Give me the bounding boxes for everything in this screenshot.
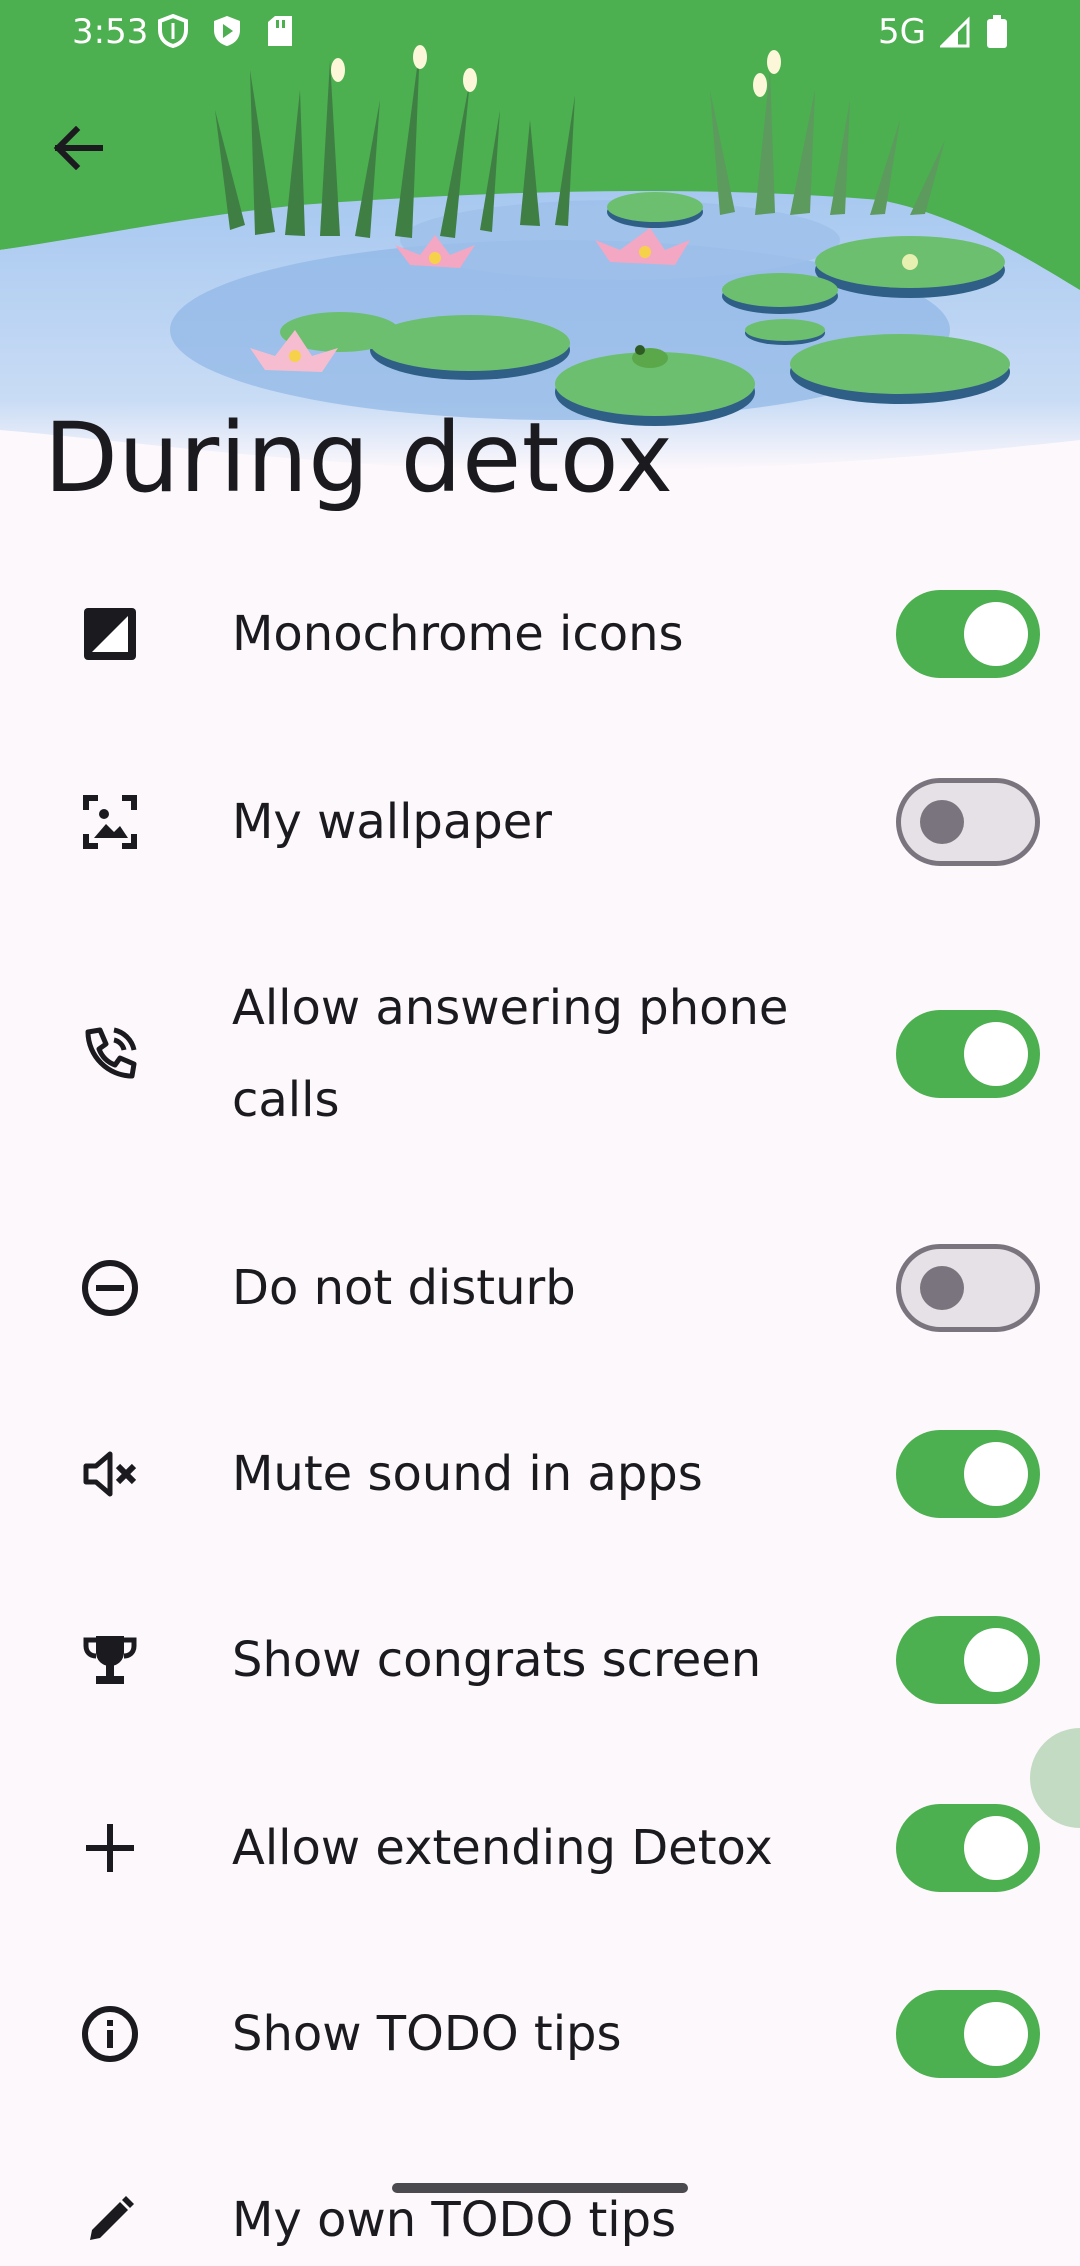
wallpaper-icon: [78, 790, 142, 854]
toggle-my-wallpaper[interactable]: [896, 778, 1040, 866]
setting-label: Show TODO tips: [232, 2006, 622, 2062]
monochrome-icon: [78, 602, 142, 666]
setting-row-my-wallpaper[interactable]: My wallpaper: [0, 776, 1080, 868]
status-icons-left: [158, 14, 294, 48]
toggle-extend-detox[interactable]: [896, 1804, 1040, 1892]
setting-label: Do not disturb: [232, 1260, 576, 1316]
page-title: During detox: [44, 402, 674, 514]
status-icons-right: 5G: [878, 12, 1008, 52]
mute-icon: [78, 1442, 142, 1506]
toggle-answer-calls[interactable]: [896, 1010, 1040, 1098]
setting-row-answer-calls[interactable]: Allow answering phone calls: [0, 962, 1080, 1146]
toggle-thumb: [964, 602, 1028, 666]
toggle-congrats-screen[interactable]: [896, 1616, 1040, 1704]
setting-row-monochrome-icons[interactable]: Monochrome icons: [0, 588, 1080, 680]
do-not-disturb-icon: [78, 1256, 142, 1320]
setting-label: Allow answering phone calls: [232, 980, 789, 1128]
phone-call-icon: [78, 1022, 142, 1086]
status-bar: 3:53 5G: [0, 0, 1080, 66]
setting-label: My wallpaper: [232, 794, 553, 850]
signal-icon: [940, 16, 970, 48]
battery-icon: [987, 15, 1007, 48]
trophy-icon: [78, 1628, 142, 1692]
shield-icon: [158, 14, 188, 48]
setting-row-congrats-screen[interactable]: Show congrats screen: [0, 1614, 1080, 1706]
toggle-monochrome-icons[interactable]: [896, 590, 1040, 678]
setting-label: Mute sound in apps: [232, 1446, 703, 1502]
toggle-thumb: [920, 1266, 964, 1310]
setting-label: Show congrats screen: [232, 1632, 762, 1688]
toggle-thumb: [920, 800, 964, 844]
setting-row-do-not-disturb[interactable]: Do not disturb: [0, 1242, 1080, 1334]
info-icon: [78, 2002, 142, 2066]
pencil-icon: [78, 2188, 142, 2252]
toggle-thumb: [964, 1442, 1028, 1506]
arrow-left-icon: [53, 126, 103, 170]
sd-card-icon: [268, 16, 292, 46]
status-time: 3:53: [72, 12, 149, 52]
setting-label: Monochrome icons: [232, 606, 684, 662]
plus-icon: [78, 1816, 142, 1880]
gesture-nav-handle[interactable]: [392, 2183, 688, 2193]
play-icon: [214, 16, 240, 46]
toggle-mute-sound[interactable]: [896, 1430, 1040, 1518]
setting-label: Allow extending Detox: [232, 1820, 773, 1876]
setting-row-todo-tips[interactable]: Show TODO tips: [0, 1988, 1080, 2080]
back-button[interactable]: [40, 110, 116, 186]
toggle-thumb: [964, 1022, 1028, 1086]
toggle-thumb: [964, 1816, 1028, 1880]
toggle-do-not-disturb[interactable]: [896, 1244, 1040, 1332]
network-label: 5G: [878, 12, 926, 52]
setting-row-mute-sound[interactable]: Mute sound in apps: [0, 1428, 1080, 1520]
toggle-thumb: [964, 1628, 1028, 1692]
toggle-todo-tips[interactable]: [896, 1990, 1040, 2078]
setting-row-extend-detox[interactable]: Allow extending Detox: [0, 1802, 1080, 1894]
toggle-thumb: [964, 2002, 1028, 2066]
